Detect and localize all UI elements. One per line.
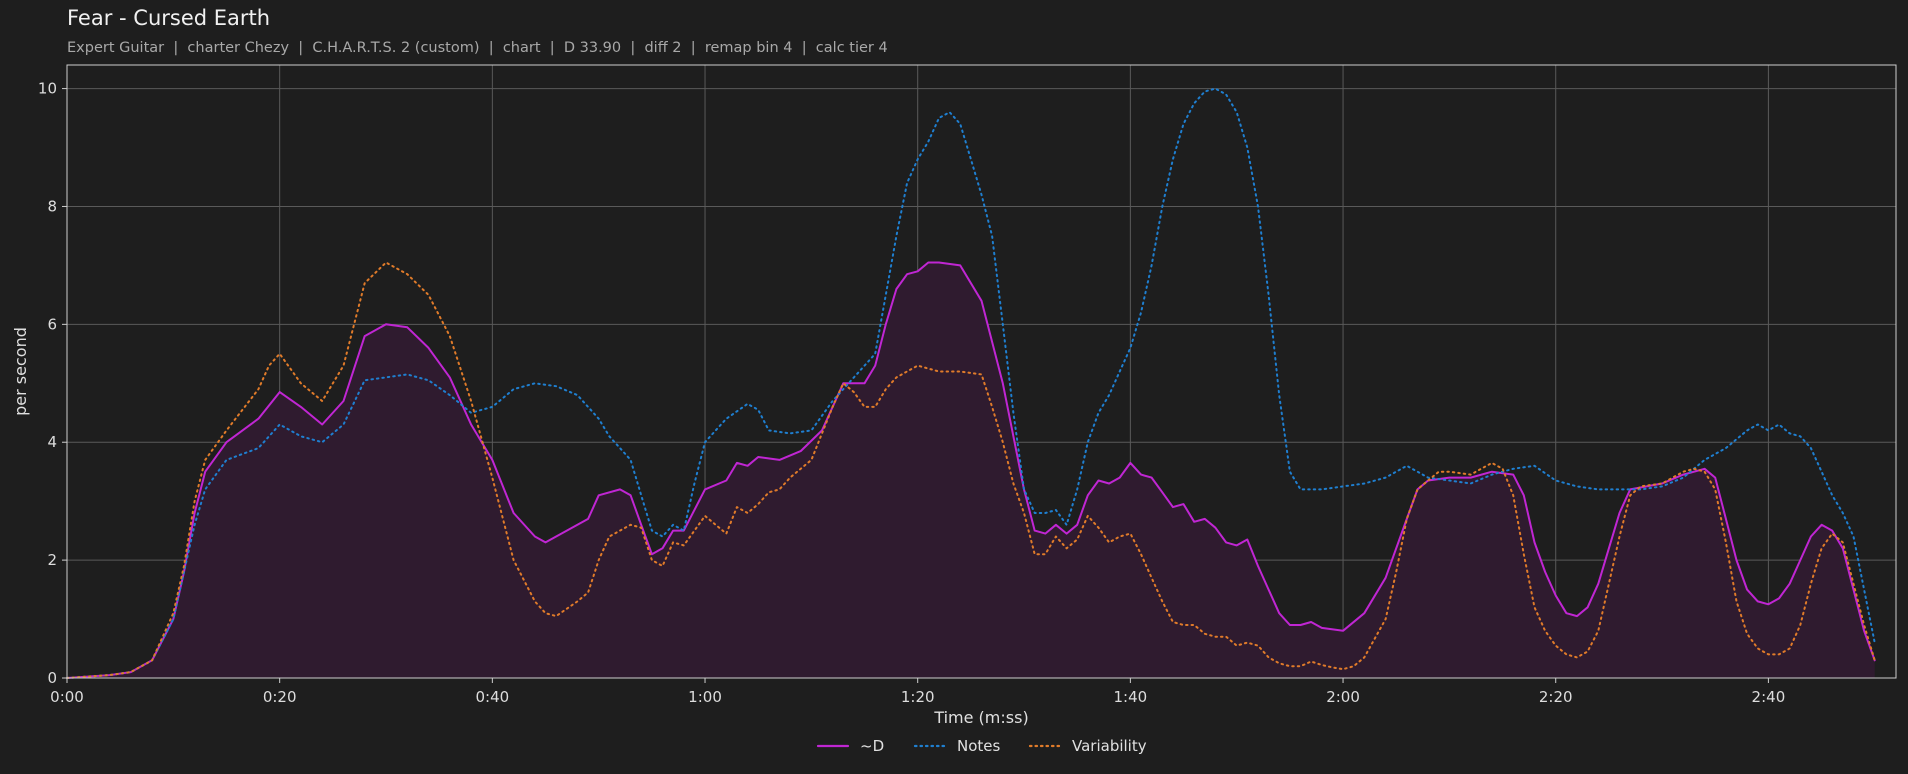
y-tick-label: 0	[47, 669, 57, 687]
x-tick-label: 1:00	[688, 688, 722, 706]
y-tick-label: 6	[47, 315, 57, 333]
x-tick-label: 2:20	[1539, 688, 1573, 706]
y-axis-ticks: 0 2 4 6 8 10	[38, 80, 67, 687]
legend: ~D Notes Variability	[816, 737, 1147, 755]
y-tick-label: 4	[47, 433, 57, 451]
x-axis-label: Time (m:ss)	[933, 708, 1028, 727]
legend-label: Notes	[957, 737, 1001, 755]
legend-label: Variability	[1072, 737, 1147, 755]
y-tick-label: 10	[38, 80, 57, 98]
x-tick-label: 1:20	[901, 688, 935, 706]
chart: 0:00 0:20 0:40 1:00 1:20 1:40 2:00 2:20 2:40 0 2 4…	[11, 64, 1897, 755]
x-tick-label: 2:00	[1326, 688, 1360, 706]
x-axis-ticks: 0:00 0:20 0:40 1:00 1:20 1:40 2:00 2:20 2:40	[50, 678, 1785, 706]
legend-label: ~D	[860, 737, 884, 755]
x-tick-label: 1:40	[1114, 688, 1148, 706]
x-tick-label: 2:40	[1752, 688, 1786, 706]
y-axis-label: per second	[11, 327, 30, 416]
y-tick-label: 2	[47, 551, 57, 569]
y-tick-label: 8	[47, 197, 57, 215]
x-tick-label: 0:20	[263, 688, 297, 706]
x-tick-label: 0:00	[50, 688, 84, 706]
x-tick-label: 0:40	[476, 688, 510, 706]
